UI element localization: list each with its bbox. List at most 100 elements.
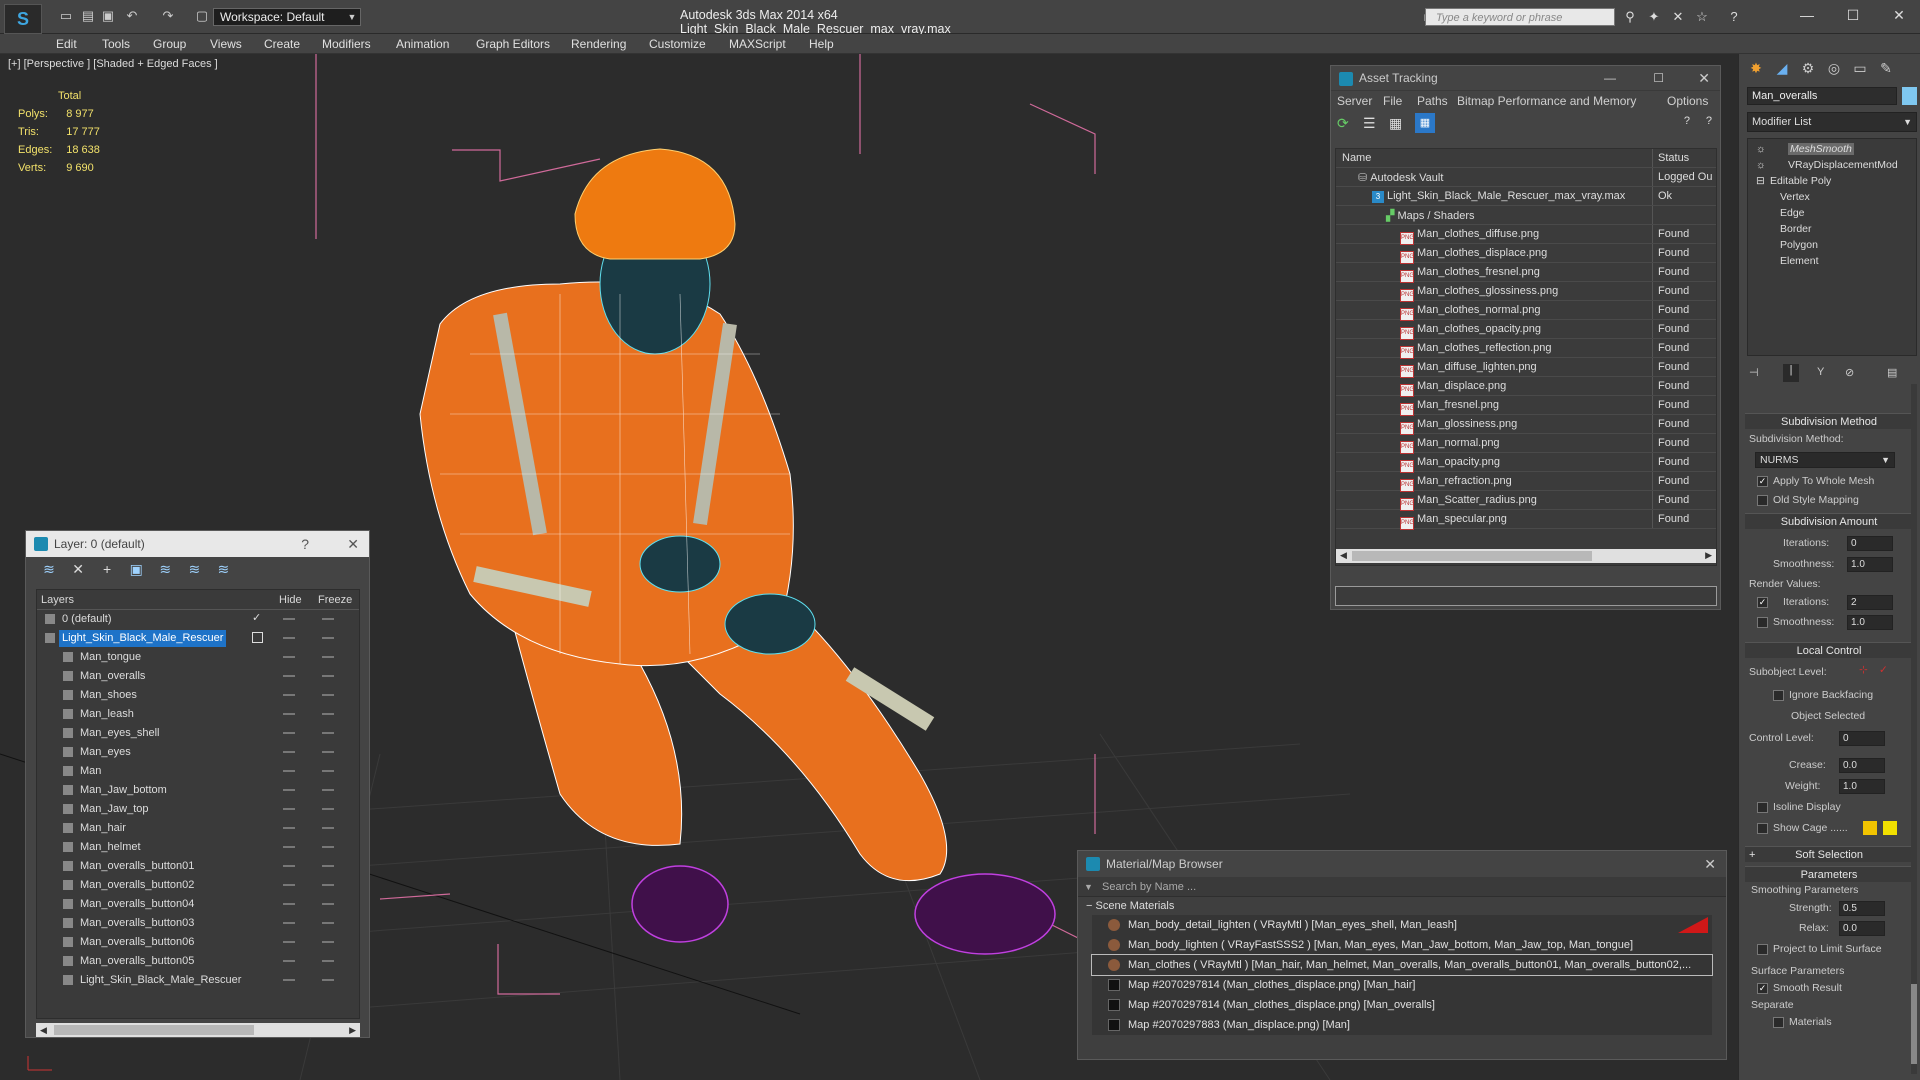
ignore-backfacing-checkbox[interactable] bbox=[1773, 690, 1784, 701]
hide-toggle[interactable] bbox=[283, 675, 295, 677]
layer-row[interactable]: Light_Skin_Black_Male_Rescuer bbox=[37, 971, 359, 990]
column-status[interactable]: Status bbox=[1658, 152, 1689, 164]
asset-row[interactable]: ⛁ Autodesk Vault Logged Ou bbox=[1336, 168, 1716, 187]
horizontal-scrollbar[interactable]: ◀ ▶ bbox=[1336, 549, 1716, 563]
stack-item-editable-poly[interactable]: Editable Poly bbox=[1770, 175, 1831, 187]
close-icon[interactable]: ✕ bbox=[1884, 5, 1914, 25]
hide-toggle[interactable] bbox=[283, 637, 295, 639]
layer-panel-titlebar[interactable]: Layer: 0 (default) ? ✕ bbox=[26, 531, 369, 557]
hide-toggle[interactable] bbox=[283, 713, 295, 715]
redo-icon[interactable]: ↷ bbox=[160, 9, 176, 23]
layer-row[interactable]: Man_overalls_button02 bbox=[37, 876, 359, 895]
control-level-spinner[interactable]: 0 bbox=[1839, 731, 1885, 746]
hide-toggle[interactable] bbox=[283, 903, 295, 905]
layer-row[interactable]: 0 (default) ✓ bbox=[37, 610, 359, 629]
hide-toggle[interactable] bbox=[283, 884, 295, 886]
freeze-toggle[interactable] bbox=[322, 675, 334, 677]
hide-toggle[interactable] bbox=[283, 846, 295, 848]
relax-spinner[interactable]: 0.0 bbox=[1839, 921, 1885, 936]
layer-row[interactable]: Man_eyes_shell bbox=[37, 724, 359, 743]
asset-row[interactable]: PNG Man_diffuse_lighten.png Found bbox=[1336, 358, 1716, 378]
hide-all-icon[interactable]: ≋ bbox=[210, 561, 236, 578]
freeze-toggle[interactable] bbox=[322, 694, 334, 696]
utilities-tab-icon[interactable]: ✎ bbox=[1875, 57, 1897, 79]
max-logo-icon[interactable]: S bbox=[4, 4, 42, 34]
object-color-swatch[interactable] bbox=[1902, 87, 1917, 105]
object-name-field[interactable]: Man_overalls bbox=[1747, 87, 1897, 105]
material-row[interactable]: Man_body_lighten ( VRayFastSSS2 ) [Man, … bbox=[1092, 935, 1712, 955]
layer-row[interactable]: Man_overalls_button04 bbox=[37, 895, 359, 914]
layer-row[interactable]: Man_leash bbox=[37, 705, 359, 724]
display-tab-icon[interactable]: ▭ bbox=[1849, 57, 1871, 79]
make-current-icon[interactable] bbox=[252, 632, 263, 643]
asset-row[interactable]: PNG Man_clothes_glossiness.png Found bbox=[1336, 282, 1716, 302]
menu-create[interactable]: Create bbox=[264, 37, 300, 51]
asset-row[interactable]: PNG Man_clothes_normal.png Found bbox=[1336, 301, 1716, 321]
subdivision-method-dropdown[interactable]: NURMS ▼ bbox=[1755, 452, 1895, 468]
hierarchy-tab-icon[interactable]: ⚙ bbox=[1797, 57, 1819, 79]
layer-name[interactable]: 0 (default) bbox=[59, 611, 115, 628]
stack-item-border[interactable]: Border bbox=[1780, 223, 1812, 235]
layer-name[interactable]: Man_helmet bbox=[77, 839, 144, 856]
context-help-icon[interactable]: ? bbox=[1706, 115, 1712, 127]
maximize-icon[interactable]: ☐ bbox=[1653, 66, 1664, 91]
freeze-toggle[interactable] bbox=[322, 732, 334, 734]
layer-row[interactable]: Man_helmet bbox=[37, 838, 359, 857]
help-icon[interactable]: ? bbox=[301, 531, 309, 557]
hide-toggle[interactable] bbox=[283, 941, 295, 943]
map-row[interactable]: Map #2070297814 (Man_clothes_displace.pn… bbox=[1092, 995, 1712, 1015]
hide-toggle[interactable] bbox=[283, 618, 295, 620]
menu-modifiers[interactable]: Modifiers bbox=[322, 37, 371, 51]
layer-name[interactable]: Light_Skin_Black_Male_Rescuer bbox=[77, 972, 244, 989]
layer-name[interactable]: Man_hair bbox=[77, 820, 129, 837]
open-file-icon[interactable]: ▤ bbox=[80, 9, 96, 23]
stack-item-meshsmooth[interactable]: MeshSmooth bbox=[1788, 143, 1854, 155]
close-icon[interactable]: ✕ bbox=[1704, 851, 1716, 877]
layer-name[interactable]: Man_overalls bbox=[77, 668, 148, 685]
freeze-toggle[interactable] bbox=[322, 656, 334, 658]
delete-layer-icon[interactable]: ✕ bbox=[65, 561, 91, 578]
layer-name[interactable]: Man_shoes bbox=[77, 687, 140, 704]
select-objects-icon[interactable]: ≋ bbox=[152, 561, 178, 578]
hide-toggle[interactable] bbox=[283, 694, 295, 696]
layer-name[interactable]: Man_leash bbox=[77, 706, 137, 723]
asset-row[interactable]: PNG Man_clothes_reflection.png Found bbox=[1336, 339, 1716, 359]
freeze-toggle[interactable] bbox=[322, 979, 334, 981]
iterations-spinner[interactable]: 0 bbox=[1847, 536, 1893, 551]
hide-toggle[interactable] bbox=[283, 751, 295, 753]
hide-toggle[interactable] bbox=[283, 770, 295, 772]
asset-row[interactable]: PNG Man_clothes_fresnel.png Found bbox=[1336, 263, 1716, 283]
asset-row[interactable]: ▞ Maps / Shaders bbox=[1336, 206, 1716, 225]
stack-item-polygon[interactable]: Polygon bbox=[1780, 239, 1818, 251]
show-cage-checkbox[interactable] bbox=[1757, 823, 1768, 834]
menu-rendering[interactable]: Rendering bbox=[571, 37, 626, 51]
layer-row[interactable]: Man_tongue bbox=[37, 648, 359, 667]
undo-icon[interactable]: ↶ bbox=[124, 9, 140, 23]
menu-group[interactable]: Group bbox=[153, 37, 186, 51]
make-unique-icon[interactable]: Y bbox=[1817, 366, 1824, 378]
asset-row[interactable]: PNG Man_specular.png Found bbox=[1336, 510, 1716, 530]
freeze-toggle[interactable] bbox=[322, 846, 334, 848]
motion-tab-icon[interactable]: ◎ bbox=[1823, 57, 1845, 79]
material-row[interactable]: Man_body_detail_lighten ( VRayMtl ) [Man… bbox=[1092, 915, 1712, 935]
freeze-toggle[interactable] bbox=[322, 903, 334, 905]
lightbulb-icon[interactable]: ☼ bbox=[1756, 143, 1766, 155]
map-row[interactable]: Map #2070297883 (Man_displace.png) [Man] bbox=[1092, 1015, 1712, 1035]
asset-menu-paths[interactable]: Paths bbox=[1417, 94, 1448, 108]
layer-name[interactable]: Man_overalls_button02 bbox=[77, 877, 197, 894]
hide-toggle[interactable] bbox=[283, 789, 295, 791]
freeze-toggle[interactable] bbox=[322, 713, 334, 715]
column-layers[interactable]: Layers bbox=[41, 594, 74, 606]
asset-row[interactable]: 3 Light_Skin_Black_Male_Rescuer_max_vray.… bbox=[1336, 187, 1716, 206]
layer-name[interactable]: Man_overalls_button05 bbox=[77, 953, 197, 970]
hide-toggle[interactable] bbox=[283, 865, 295, 867]
freeze-toggle[interactable] bbox=[322, 618, 334, 620]
asset-row[interactable]: PNG Man_glossiness.png Found bbox=[1336, 415, 1716, 435]
scene-materials-header[interactable]: − Scene Materials bbox=[1078, 897, 1726, 915]
search-input[interactable]: Type a keyword or phrase bbox=[1425, 8, 1615, 26]
minimize-icon[interactable]: — bbox=[1792, 5, 1822, 25]
rollout-parameters[interactable]: Parameters bbox=[1745, 866, 1913, 882]
highlight-layer-icon[interactable]: ≋ bbox=[181, 561, 207, 578]
vertex-level-icon[interactable]: ⊹ bbox=[1859, 664, 1868, 676]
layer-name[interactable]: Man_eyes bbox=[77, 744, 134, 761]
